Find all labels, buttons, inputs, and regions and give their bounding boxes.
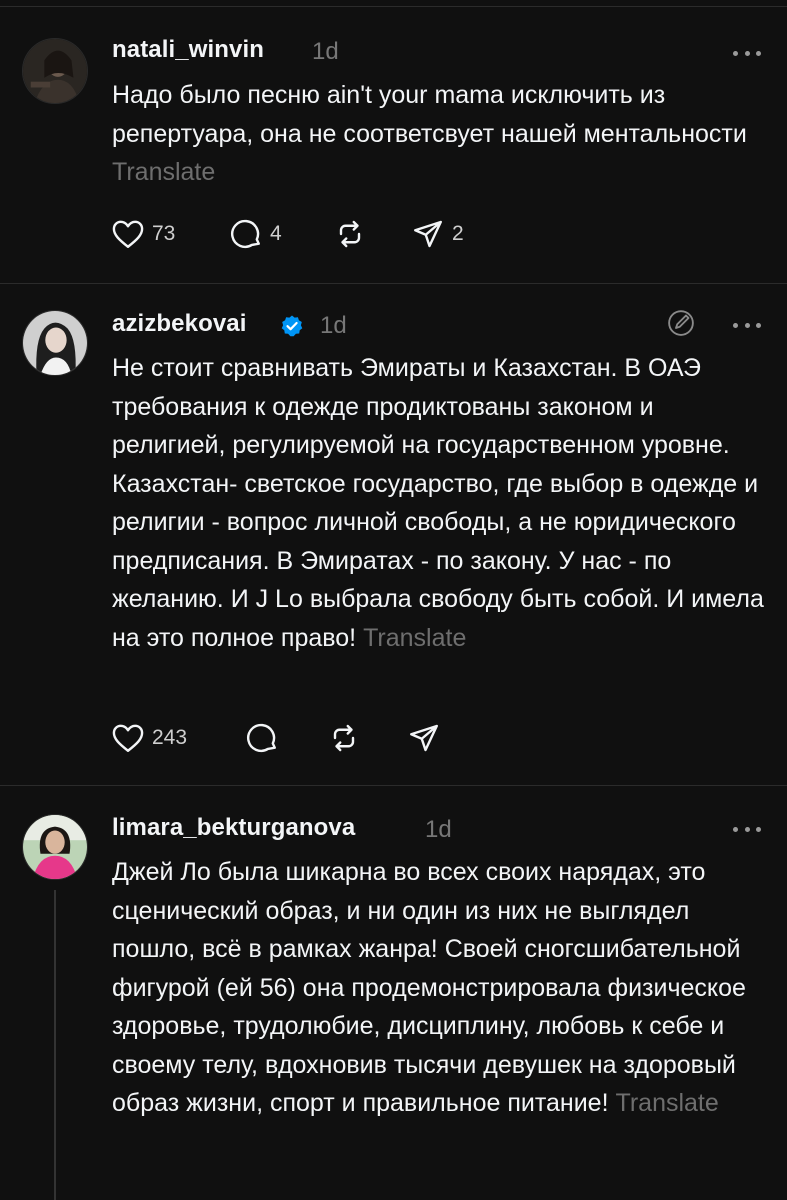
share-button[interactable]: 2 [410, 214, 464, 254]
reply-button[interactable]: 4 [228, 214, 282, 254]
translate-link[interactable]: Translate [363, 624, 466, 652]
username[interactable]: limara_bekturganova [112, 814, 355, 842]
post-text-content: Не стоит сравнивать Эмираты и Казахстан.… [112, 354, 764, 652]
avatar-photo [23, 39, 87, 103]
dot-icon [733, 322, 738, 328]
like-count: 73 [152, 222, 176, 245]
repost-icon [333, 724, 355, 752]
like-button[interactable]: 73 [110, 214, 175, 254]
repost-button[interactable] [326, 718, 362, 758]
dot-icon [733, 50, 738, 56]
dot-icon [756, 322, 761, 328]
translate-link[interactable]: Translate [112, 158, 215, 186]
heart-icon [112, 220, 144, 248]
comment-icon [247, 723, 276, 752]
post-text-content: Джей Ло была шикарна во всех своих наряд… [112, 858, 746, 1117]
heart-icon [112, 724, 144, 752]
share-count: 2 [452, 222, 464, 245]
post-divider [0, 785, 787, 786]
post-time[interactable]: 1d [312, 38, 339, 66]
dot-icon [744, 826, 750, 832]
post-divider [0, 283, 787, 284]
dot-icon [756, 826, 761, 832]
more-options-button[interactable] [733, 824, 761, 834]
thread-line [54, 890, 56, 1200]
dot-icon [733, 826, 738, 832]
post-text-content: Надо было песню ain't your mama исключит… [112, 81, 747, 148]
dot-icon [744, 50, 750, 56]
translate-link[interactable]: Translate [616, 1089, 719, 1117]
post-text: Не стоит сравнивать Эмираты и Казахстан.… [112, 349, 772, 657]
username[interactable]: natali_winvin [112, 36, 264, 64]
post-text: Надо было песню ain't your mama исключит… [112, 76, 772, 192]
repost-icon [339, 220, 361, 248]
top-divider [0, 6, 787, 7]
post-time[interactable]: 1d [425, 816, 452, 844]
post-time[interactable]: 1d [320, 312, 347, 340]
avatar-photo [23, 311, 87, 375]
edit-icon[interactable] [666, 308, 696, 338]
share-button[interactable] [406, 718, 442, 758]
avatar-photo [23, 815, 87, 879]
comment-icon [231, 219, 260, 248]
share-icon [410, 724, 438, 752]
more-options-button[interactable] [733, 48, 761, 58]
dot-icon [744, 322, 750, 328]
repost-button[interactable] [332, 214, 368, 254]
username[interactable]: azizbekovai [112, 310, 247, 338]
avatar[interactable] [22, 310, 88, 376]
reply-button[interactable] [244, 718, 280, 758]
reply-count: 4 [270, 222, 282, 245]
more-options-button[interactable] [733, 320, 761, 330]
share-icon [414, 220, 442, 248]
like-button[interactable]: 243 [110, 718, 187, 758]
avatar[interactable] [22, 814, 88, 880]
dot-icon [756, 50, 761, 56]
verified-badge-icon [281, 315, 303, 337]
like-count: 243 [152, 726, 188, 749]
post-text: Джей Ло была шикарна во всех своих наряд… [112, 853, 772, 1123]
avatar[interactable] [22, 38, 88, 104]
